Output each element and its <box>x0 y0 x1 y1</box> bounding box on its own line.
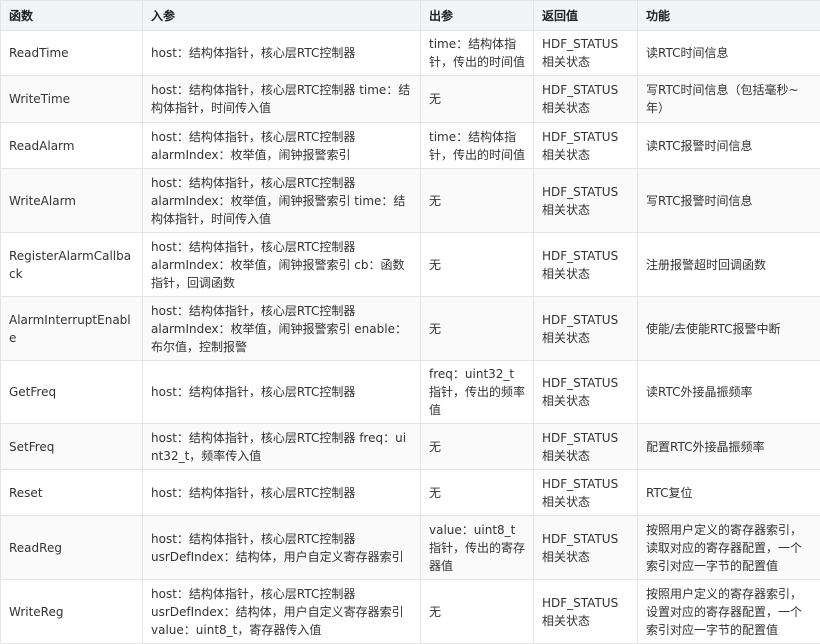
cell-description: 按照用户定义的寄存器索引，设置对应的寄存器配置，一个索引对应一字节的配置值 <box>638 580 820 644</box>
api-table-container: 函数 入参 出参 返回值 功能 ReadTimehost：结构体指针，核心层RT… <box>0 0 820 644</box>
cell-input-params: host：结构体指针，核心层RTC控制器alarmIndex：枚举值，闹钟报警索… <box>143 169 421 233</box>
cell-return-value: HDF_STATUS相关状态 <box>534 233 638 297</box>
header-return-value: 返回值 <box>534 1 638 31</box>
cell-function: RegisterAlarmCallback <box>1 233 143 297</box>
cell-return-value: HDF_STATUS相关状态 <box>534 169 638 233</box>
cell-return-value: HDF_STATUS相关状态 <box>534 516 638 580</box>
header-function: 函数 <box>1 1 143 31</box>
cell-return-value: HDF_STATUS相关状态 <box>534 361 638 424</box>
cell-input-params: host：结构体指针，核心层RTC控制器alarmIndex：枚举值，闹钟报警索… <box>143 233 421 297</box>
table-row: WriteReghost：结构体指针，核心层RTC控制器usrDefIndex：… <box>1 580 820 644</box>
cell-description: 读RTC报警时间信息 <box>638 123 820 169</box>
cell-function: ReadTime <box>1 31 143 76</box>
cell-return-value: HDF_STATUS相关状态 <box>534 297 638 361</box>
cell-output-params: value：uint8_t指针，传出的寄存器值 <box>421 516 534 580</box>
cell-output-params: 无 <box>421 76 534 123</box>
table-row: Resethost：结构体指针，核心层RTC控制器无HDF_STATUS相关状态… <box>1 470 820 516</box>
cell-description: 配置RTC外接晶振频率 <box>638 424 820 470</box>
cell-input-params: host：结构体指针，核心层RTC控制器 <box>143 31 421 76</box>
cell-input-params: host：结构体指针，核心层RTC控制器alarmIndex：枚举值，闹钟报警索… <box>143 297 421 361</box>
cell-output-params: 无 <box>421 424 534 470</box>
header-output-params: 出参 <box>421 1 534 31</box>
cell-output-params: 无 <box>421 297 534 361</box>
cell-description: 读RTC时间信息 <box>638 31 820 76</box>
cell-output-params: freq：uint32_t指针，传出的频率值 <box>421 361 534 424</box>
cell-input-params: host：结构体指针，核心层RTC控制器 <box>143 361 421 424</box>
table-row: ReadAlarmhost：结构体指针，核心层RTC控制器alarmIndex：… <box>1 123 820 169</box>
cell-output-params: time：结构体指针，传出的时间值 <box>421 31 534 76</box>
cell-input-params: host：结构体指针，核心层RTC控制器 time：结构体指针，时间传入值 <box>143 76 421 123</box>
table-body: ReadTimehost：结构体指针，核心层RTC控制器time：结构体指针，传… <box>1 31 820 644</box>
cell-function: ReadReg <box>1 516 143 580</box>
cell-input-params: host：结构体指针，核心层RTC控制器usrDefIndex：结构体，用户自定… <box>143 516 421 580</box>
table-header: 函数 入参 出参 返回值 功能 <box>1 1 820 31</box>
cell-function: WriteReg <box>1 580 143 644</box>
cell-description: 写RTC时间信息（包括毫秒~年） <box>638 76 820 123</box>
cell-return-value: HDF_STATUS相关状态 <box>534 580 638 644</box>
cell-function: ReadAlarm <box>1 123 143 169</box>
header-row: 函数 入参 出参 返回值 功能 <box>1 1 820 31</box>
cell-return-value: HDF_STATUS相关状态 <box>534 123 638 169</box>
cell-return-value: HDF_STATUS相关状态 <box>534 76 638 123</box>
table-row: WriteAlarmhost：结构体指针，核心层RTC控制器alarmIndex… <box>1 169 820 233</box>
cell-description: 使能/去使能RTC报警中断 <box>638 297 820 361</box>
cell-description: 写RTC报警时间信息 <box>638 169 820 233</box>
cell-function: AlarmInterruptEnable <box>1 297 143 361</box>
table-row: SetFreqhost：结构体指针，核心层RTC控制器 freq：uint32_… <box>1 424 820 470</box>
cell-output-params: 无 <box>421 169 534 233</box>
cell-description: 读RTC外接晶振频率 <box>638 361 820 424</box>
header-description: 功能 <box>638 1 820 31</box>
cell-function: WriteTime <box>1 76 143 123</box>
cell-function: Reset <box>1 470 143 516</box>
table-row: ReadTimehost：结构体指针，核心层RTC控制器time：结构体指针，传… <box>1 31 820 76</box>
cell-function: SetFreq <box>1 424 143 470</box>
cell-output-params: 无 <box>421 580 534 644</box>
cell-output-params: 无 <box>421 233 534 297</box>
cell-output-params: time：结构体指针，传出的时间值 <box>421 123 534 169</box>
cell-description: 注册报警超时回调函数 <box>638 233 820 297</box>
cell-return-value: HDF_STATUS相关状态 <box>534 470 638 516</box>
table-row: ReadReghost：结构体指针，核心层RTC控制器usrDefIndex：结… <box>1 516 820 580</box>
cell-input-params: host：结构体指针，核心层RTC控制器 <box>143 470 421 516</box>
cell-description: 按照用户定义的寄存器索引，读取对应的寄存器配置，一个索引对应一字节的配置值 <box>638 516 820 580</box>
cell-input-params: host：结构体指针，核心层RTC控制器 freq：uint32_t，频率传入值 <box>143 424 421 470</box>
cell-input-params: host：结构体指针，核心层RTC控制器usrDefIndex：结构体，用户自定… <box>143 580 421 644</box>
cell-return-value: HDF_STATUS相关状态 <box>534 424 638 470</box>
table-row: AlarmInterruptEnablehost：结构体指针，核心层RTC控制器… <box>1 297 820 361</box>
cell-output-params: 无 <box>421 470 534 516</box>
cell-function: WriteAlarm <box>1 169 143 233</box>
table-row: WriteTimehost：结构体指针，核心层RTC控制器 time：结构体指针… <box>1 76 820 123</box>
cell-input-params: host：结构体指针，核心层RTC控制器alarmIndex：枚举值，闹钟报警索… <box>143 123 421 169</box>
rtc-api-table: 函数 入参 出参 返回值 功能 ReadTimehost：结构体指针，核心层RT… <box>0 0 820 644</box>
cell-return-value: HDF_STATUS相关状态 <box>534 31 638 76</box>
cell-description: RTC复位 <box>638 470 820 516</box>
table-row: GetFreqhost：结构体指针，核心层RTC控制器freq：uint32_t… <box>1 361 820 424</box>
table-row: RegisterAlarmCallbackhost：结构体指针，核心层RTC控制… <box>1 233 820 297</box>
header-input-params: 入参 <box>143 1 421 31</box>
cell-function: GetFreq <box>1 361 143 424</box>
